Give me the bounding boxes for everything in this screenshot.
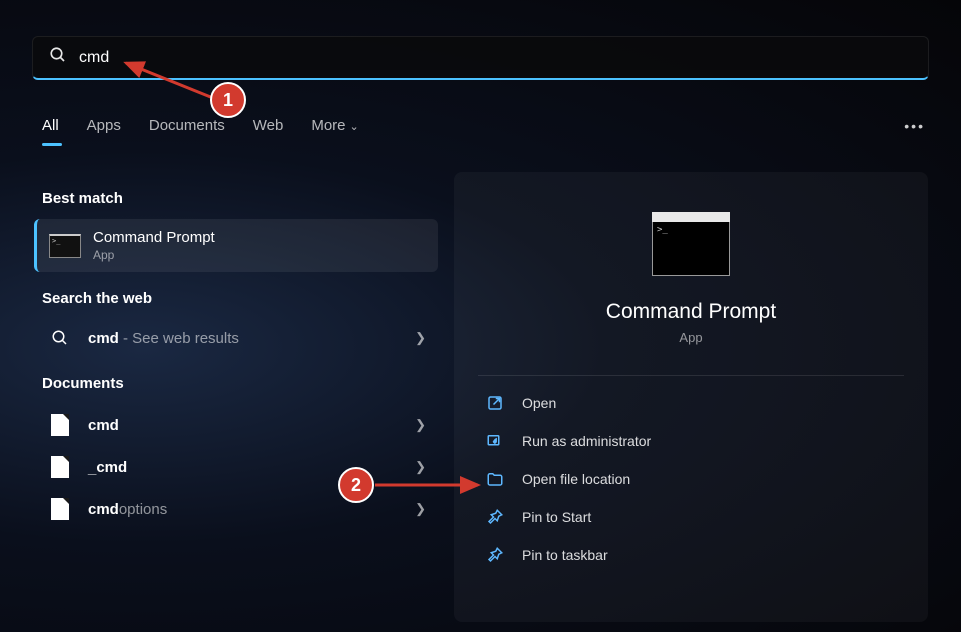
chevron-right-icon: ❯ xyxy=(415,417,426,433)
chevron-right-icon: ❯ xyxy=(415,330,426,346)
action-pin-to-start[interactable]: Pin to Start xyxy=(478,498,904,536)
shield-icon xyxy=(484,432,506,450)
tab-documents[interactable]: Documents xyxy=(149,113,225,146)
chevron-down-icon: ⌄ xyxy=(350,121,359,133)
chevron-right-icon: ❯ xyxy=(415,459,426,475)
web-search-item[interactable]: cmd - See web results ❯ xyxy=(34,319,438,357)
action-run-as-admin[interactable]: Run as administrator xyxy=(478,422,904,460)
command-prompt-icon xyxy=(49,234,81,258)
tab-apps[interactable]: Apps xyxy=(87,113,121,146)
annotation-step-2: 2 xyxy=(338,467,374,503)
preview-title: Command Prompt xyxy=(606,300,776,324)
document-icon xyxy=(51,414,69,436)
open-icon xyxy=(484,394,506,412)
filter-tabs: All Apps Documents Web More⌄ xyxy=(42,113,359,146)
best-match-subtitle: App xyxy=(93,248,215,262)
document-icon xyxy=(51,456,69,478)
divider xyxy=(478,375,904,376)
command-prompt-icon xyxy=(652,212,730,276)
best-match-header: Best match xyxy=(42,190,430,207)
pin-icon xyxy=(484,546,506,564)
tab-web[interactable]: Web xyxy=(253,113,284,146)
search-icon xyxy=(46,329,74,347)
best-match-title: Command Prompt xyxy=(93,229,215,246)
documents-header: Documents xyxy=(42,375,430,392)
tab-more[interactable]: More⌄ xyxy=(311,113,358,146)
overflow-button[interactable]: ••• xyxy=(904,118,925,134)
chevron-right-icon: ❯ xyxy=(415,501,426,517)
document-icon xyxy=(51,498,69,520)
preview-subtitle: App xyxy=(679,330,702,345)
action-pin-to-taskbar[interactable]: Pin to taskbar xyxy=(478,536,904,574)
document-item[interactable]: cmd ❯ xyxy=(34,404,438,446)
pin-icon xyxy=(484,508,506,526)
best-match-item[interactable]: Command Prompt App xyxy=(34,219,438,272)
annotation-step-1: 1 xyxy=(210,82,246,118)
annotation-arrow xyxy=(370,475,490,495)
search-icon xyxy=(49,46,67,69)
web-search-header: Search the web xyxy=(42,290,430,307)
action-open[interactable]: Open xyxy=(478,384,904,422)
tab-all[interactable]: All xyxy=(42,113,59,146)
preview-panel: Command Prompt App Open Run as administr… xyxy=(454,172,928,622)
action-open-file-location[interactable]: Open file location xyxy=(478,460,904,498)
